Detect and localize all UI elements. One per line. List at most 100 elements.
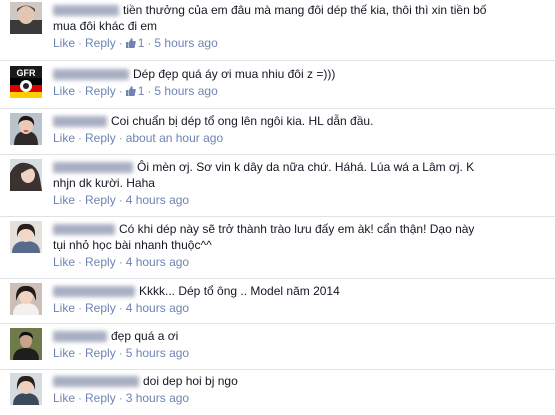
- separator-dot: ·: [78, 301, 83, 315]
- comment-item: doi dep hoi bj ngo Like · Reply · 3 hours ag…: [0, 369, 555, 415]
- like-link[interactable]: Like: [53, 346, 75, 360]
- comment-text-line: Dép đẹp quá áy ơi mua nhiu đôi z =))): [53, 66, 545, 82]
- separator-dot: ·: [147, 36, 152, 50]
- comment-actions: Like · Reply · 3 hours ago: [53, 391, 545, 406]
- profile-photo-icon[interactable]: [10, 328, 42, 360]
- thumbs-up-icon: [125, 38, 136, 48]
- timestamp[interactable]: 5 hours ago: [154, 84, 217, 98]
- commenter-name[interactable]: [53, 331, 107, 343]
- comment-text-line: Coi chuẩn bị dép tổ ong lên ngôi kia. HL…: [53, 113, 545, 129]
- comment-text-line: nhjn dk kười. Haha: [53, 175, 545, 191]
- timestamp[interactable]: 4 hours ago: [126, 193, 189, 207]
- profile-photo-icon[interactable]: [10, 2, 42, 34]
- comment-text: Dép đẹp quá áy ơi mua nhiu đôi z =))): [133, 67, 336, 81]
- comment-item: Có khi dép này sẽ trở thành trào lưu đấy…: [0, 216, 555, 279]
- separator-dot: ·: [118, 255, 123, 269]
- commenter-name[interactable]: [53, 69, 129, 81]
- commenter-name[interactable]: [53, 116, 107, 128]
- timestamp[interactable]: 4 hours ago: [126, 255, 189, 269]
- reply-link[interactable]: Reply: [85, 255, 116, 269]
- reply-link[interactable]: Reply: [85, 84, 116, 98]
- timestamp[interactable]: about an hour ago: [126, 131, 223, 145]
- comment-text-line: doi dep hoi bj ngo: [53, 373, 545, 389]
- comment-item: tiền thưởng của em đâu mà mang đôi dép t…: [0, 0, 555, 61]
- comment-text: doi dep hoi bj ngo: [143, 374, 238, 388]
- badge-text: GFR: [17, 68, 36, 78]
- like-link[interactable]: Like: [53, 301, 75, 315]
- like-link[interactable]: Like: [53, 193, 75, 207]
- separator-dot: ·: [118, 36, 123, 50]
- comment-text: Có khi dép này sẽ trở thành trào lưu đấy…: [119, 222, 475, 236]
- separator-dot: ·: [78, 346, 83, 360]
- comment-actions: Like · Reply · 1 · 5 hours ago: [53, 84, 545, 99]
- comment-item: GFR Dép đẹp quá áy ơi mua nhiu đôi z =))…: [0, 60, 555, 109]
- comment-text: mua đôi khác đi em: [53, 19, 158, 33]
- like-link[interactable]: Like: [53, 84, 75, 98]
- reply-link[interactable]: Reply: [85, 36, 116, 50]
- like-link[interactable]: Like: [53, 391, 75, 405]
- separator-dot: ·: [118, 84, 123, 98]
- separator-dot: ·: [78, 391, 83, 405]
- separator-dot: ·: [118, 301, 123, 315]
- separator-dot: ·: [78, 36, 83, 50]
- like-link[interactable]: Like: [53, 255, 75, 269]
- comment-actions: Like · Reply · about an hour ago: [53, 131, 545, 146]
- commenter-name[interactable]: [53, 376, 139, 388]
- profile-photo-icon[interactable]: [10, 221, 42, 253]
- commenter-name[interactable]: [53, 224, 115, 236]
- commenter-name[interactable]: [53, 162, 133, 174]
- comment-actions: Like · Reply · 1 · 5 hours ago: [53, 36, 545, 51]
- comment-text: đẹp quá a ơi: [111, 329, 179, 343]
- comment-text: nhjn dk kười. Haha: [53, 176, 155, 190]
- comment-text: Ôi mèn ơj. Sơ vin k dây da nữa chứ. Háhá…: [137, 160, 475, 174]
- team-badge-icon[interactable]: GFR: [10, 66, 42, 98]
- commenter-name[interactable]: [53, 5, 119, 17]
- comment-list: tiền thưởng của em đâu mà mang đôi dép t…: [0, 0, 555, 415]
- reply-link[interactable]: Reply: [85, 346, 116, 360]
- comment-text-line: tiền thưởng của em đâu mà mang đôi dép t…: [53, 2, 545, 18]
- timestamp[interactable]: 5 hours ago: [126, 346, 189, 360]
- profile-photo-icon[interactable]: [10, 373, 42, 405]
- timestamp[interactable]: 5 hours ago: [154, 36, 217, 50]
- thumbs-up-icon: [125, 86, 136, 96]
- separator-dot: ·: [78, 193, 83, 207]
- comment-text: Coi chuẩn bị dép tổ ong lên ngôi kia. HL…: [111, 114, 374, 128]
- reply-link[interactable]: Reply: [85, 301, 116, 315]
- comment-actions: Like · Reply · 4 hours ago: [53, 301, 545, 316]
- timestamp[interactable]: 3 hours ago: [126, 391, 189, 405]
- reply-link[interactable]: Reply: [85, 193, 116, 207]
- comment-text-line: Ôi mèn ơj. Sơ vin k dây da nữa chứ. Háhá…: [53, 159, 545, 175]
- comment-item: Ôi mèn ơj. Sơ vin k dây da nữa chứ. Háhá…: [0, 154, 555, 217]
- separator-dot: ·: [78, 255, 83, 269]
- comment-item: đẹp quá a ơi Like · Reply · 5 hours ago: [0, 323, 555, 370]
- separator-dot: ·: [78, 131, 83, 145]
- separator-dot: ·: [147, 84, 152, 98]
- comment-text-line: Kkkk... Dép tổ ông .. Model năm 2014: [53, 283, 545, 299]
- separator-dot: ·: [118, 391, 123, 405]
- comment-text-line: đẹp quá a ơi: [53, 328, 545, 344]
- separator-dot: ·: [118, 131, 123, 145]
- comment-actions: Like · Reply · 5 hours ago: [53, 346, 545, 361]
- comment-actions: Like · Reply · 4 hours ago: [53, 255, 545, 270]
- comment-text-line: mua đôi khác đi em: [53, 18, 545, 34]
- timestamp[interactable]: 4 hours ago: [126, 301, 189, 315]
- comment-item: Kkkk... Dép tổ ông .. Model năm 2014 Lik…: [0, 278, 555, 324]
- separator-dot: ·: [118, 346, 123, 360]
- comment-item: Coi chuẩn bị dép tổ ong lên ngôi kia. HL…: [0, 108, 555, 155]
- like-count[interactable]: 1: [125, 36, 144, 50]
- comment-text-line: Có khi dép này sẽ trở thành trào lưu đấy…: [53, 221, 545, 237]
- separator-dot: ·: [118, 193, 123, 207]
- profile-photo-icon[interactable]: [10, 159, 42, 191]
- reply-link[interactable]: Reply: [85, 131, 116, 145]
- profile-photo-icon[interactable]: [10, 283, 42, 315]
- comment-actions: Like · Reply · 4 hours ago: [53, 193, 545, 208]
- like-link[interactable]: Like: [53, 36, 75, 50]
- profile-photo-icon[interactable]: [10, 113, 42, 145]
- comment-text: Kkkk... Dép tổ ông .. Model năm 2014: [139, 284, 340, 298]
- comment-text: tụi nhỏ học bài nhanh thuộc^^: [53, 238, 212, 252]
- like-link[interactable]: Like: [53, 131, 75, 145]
- commenter-name[interactable]: [53, 286, 135, 298]
- like-count[interactable]: 1: [125, 84, 144, 98]
- reply-link[interactable]: Reply: [85, 391, 116, 405]
- comment-text: tiền thưởng của em đâu mà mang đôi dép t…: [123, 3, 487, 17]
